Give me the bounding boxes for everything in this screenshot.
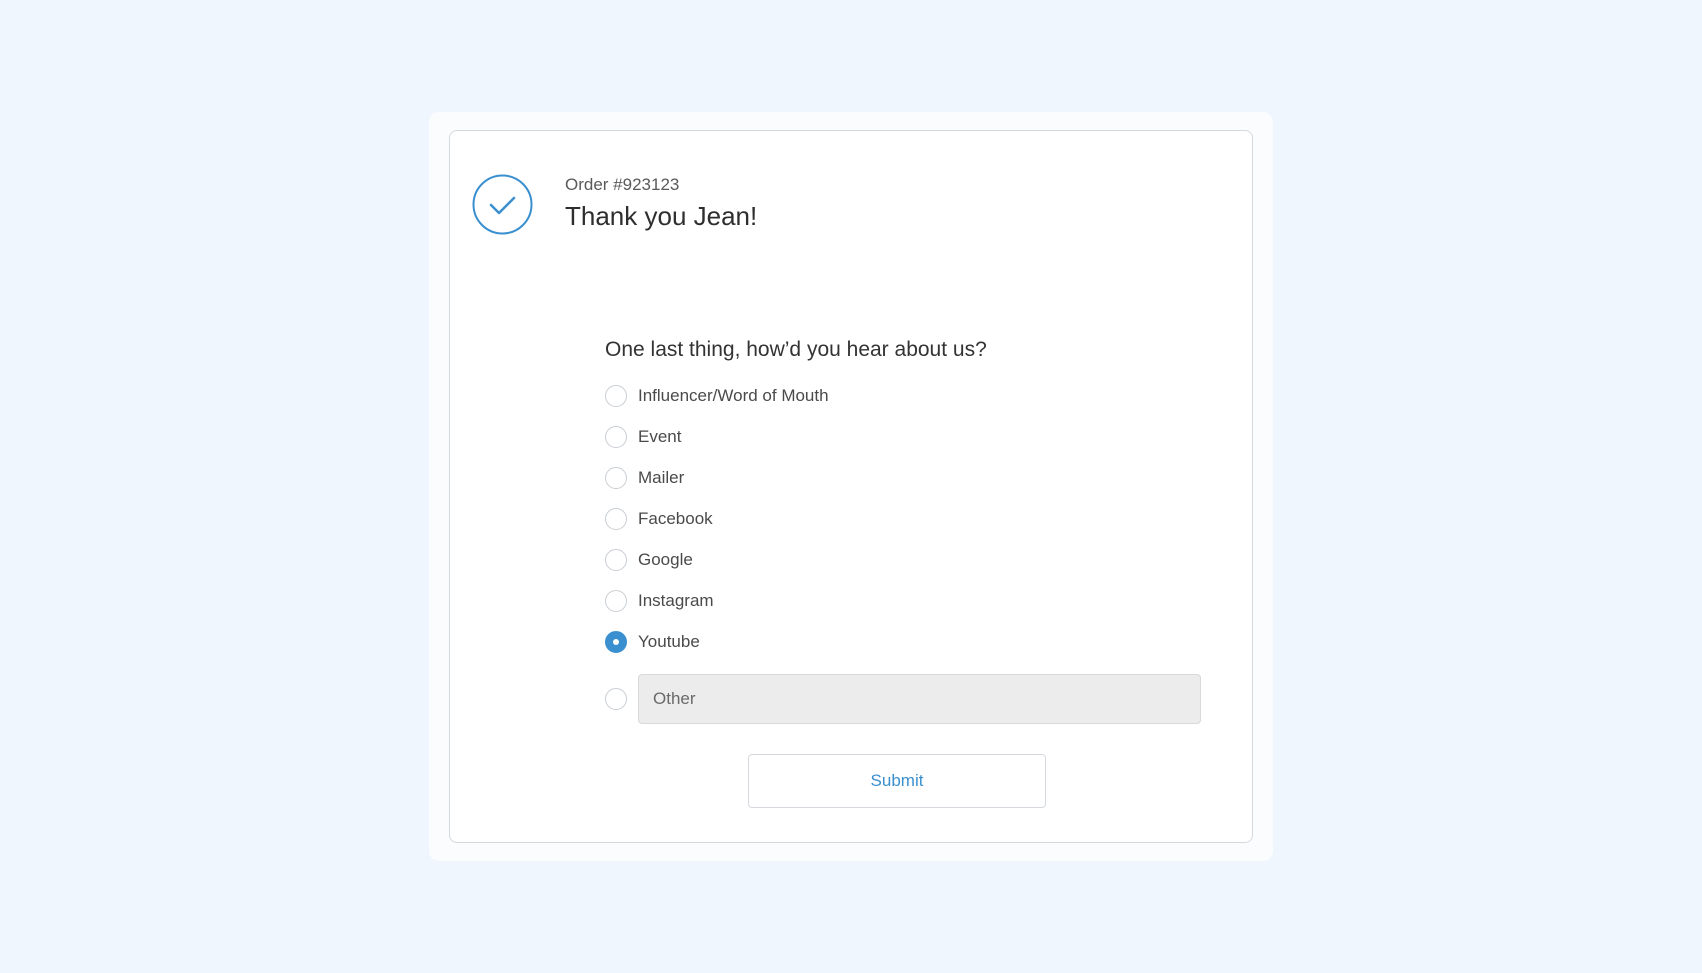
survey-question: One last thing, how’d you hear about us? <box>605 338 987 361</box>
option-label: Facebook <box>638 508 713 528</box>
option-mailer[interactable]: Mailer <box>605 457 1205 498</box>
option-label: Influencer/Word of Mouth <box>638 385 829 405</box>
option-influencer-word-of-mouth[interactable]: Influencer/Word of Mouth <box>605 375 1205 416</box>
radio-button[interactable] <box>605 425 627 448</box>
option-instagram[interactable]: Instagram <box>605 580 1205 621</box>
order-number: Order #923123 <box>565 175 680 194</box>
page-container: Order #923123 Thank you Jean! One last t… <box>429 112 1273 861</box>
option-event[interactable]: Event <box>605 416 1205 457</box>
check-circle-icon <box>472 174 533 235</box>
radio-button[interactable] <box>605 688 627 710</box>
radio-button-selected[interactable] <box>605 630 627 653</box>
radio-button[interactable] <box>605 384 627 407</box>
thank-you-heading: Thank you Jean! <box>565 201 758 231</box>
option-youtube[interactable]: Youtube <box>605 621 1205 662</box>
radio-button[interactable] <box>605 548 627 571</box>
option-label: Event <box>638 426 682 446</box>
survey-options: Influencer/Word of Mouth Event Mailer Fa… <box>605 375 1205 662</box>
option-facebook[interactable]: Facebook <box>605 498 1205 539</box>
other-text-input[interactable] <box>638 674 1201 724</box>
option-label: Mailer <box>638 467 685 487</box>
radio-button[interactable] <box>605 507 627 530</box>
option-label: Google <box>638 549 693 569</box>
order-confirmation-card: Order #923123 Thank you Jean! One last t… <box>449 130 1253 843</box>
option-other <box>605 674 1225 724</box>
radio-button[interactable] <box>605 589 627 612</box>
option-label: Instagram <box>638 590 714 610</box>
option-google[interactable]: Google <box>605 539 1205 580</box>
radio-button[interactable] <box>605 466 627 489</box>
submit-button[interactable]: Submit <box>748 754 1046 808</box>
option-label: Youtube <box>638 631 700 651</box>
